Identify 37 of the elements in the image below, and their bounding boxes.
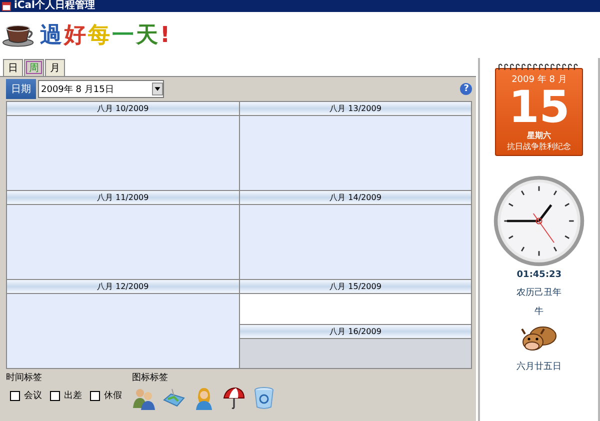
people-icon[interactable]: [132, 386, 156, 410]
coffee-cup-icon: [2, 22, 36, 48]
logo-text: 過好每一天!: [40, 22, 172, 50]
calendar-holiday: 抗日战争胜利纪念: [507, 141, 572, 152]
day-header: 八月 16/2009: [240, 324, 472, 338]
lunar-date: 六月廿五日: [516, 360, 562, 373]
checkbox-label: 出差: [64, 390, 82, 402]
binding-rings-icon: [496, 63, 580, 71]
day-area[interactable]: [240, 338, 472, 368]
calendar-weekday: 星期六: [527, 130, 552, 141]
date-dropdown[interactable]: 2009年 8 月15日: [38, 80, 164, 98]
day-header: 八月 14/2009: [240, 191, 472, 205]
checkbox-label: 休假: [104, 390, 122, 402]
calendar-day: 15: [508, 86, 570, 130]
section-title: 时间标签: [6, 372, 43, 384]
lunar-year: 农历己丑年: [516, 286, 562, 299]
checkbox[interactable]: [50, 390, 60, 400]
day-header: 八月 13/2009: [240, 102, 472, 116]
day-header: 八月 12/2009: [7, 280, 239, 294]
recycle-bin-icon[interactable]: [252, 386, 276, 410]
zodiac-label: 牛: [534, 306, 544, 318]
caret-icon: [152, 82, 163, 96]
view-tab[interactable]: 日: [3, 59, 23, 76]
day-header: 八月 11/2009: [7, 191, 239, 205]
window-title: iCal个人日程管理: [14, 0, 95, 12]
section-title: 图标标签: [132, 372, 169, 384]
umbrella-icon[interactable]: [222, 386, 246, 410]
checkbox[interactable]: [10, 390, 20, 400]
calendar-year-month: 2009 年 8 月: [512, 74, 567, 86]
day-header: 八月 15/2009: [240, 280, 472, 294]
checkbox-label: 会议: [24, 390, 42, 402]
view-tab[interactable]: 月: [45, 59, 65, 76]
digital-time: 01:45:23: [516, 270, 562, 280]
date-label: 日期: [6, 79, 36, 99]
checkbox[interactable]: [90, 390, 100, 400]
day-header: 八月 10/2009: [7, 102, 239, 116]
help-button[interactable]: ?: [460, 83, 472, 95]
